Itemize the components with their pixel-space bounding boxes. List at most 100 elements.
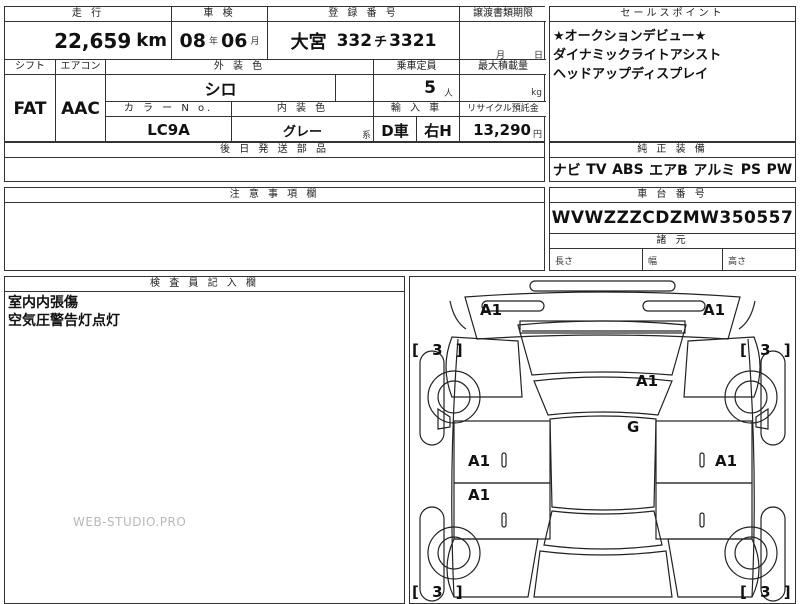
selling-points-list: ★オークションデビュー★ ダイナミックライトアシスト ヘッドアップディスプレイ: [553, 27, 793, 127]
front-corner-left: [449, 300, 467, 330]
tire-bracket-rear-right: [ 3 ]: [740, 583, 795, 601]
registration-value: 大宮 332 チ 3321: [267, 22, 459, 60]
max-load-header: 最大積載量: [459, 60, 546, 75]
capacity-header: 乗車定員: [373, 60, 459, 75]
capacity-number: 5: [424, 78, 436, 98]
inspection-year: 08: [179, 29, 206, 52]
body-left: [451, 338, 459, 598]
max-load-unit: kg: [531, 88, 542, 98]
tire-front-right-side: [760, 350, 786, 446]
front-corner-right: [738, 300, 756, 330]
body-right: [747, 338, 755, 598]
shift-value: FAT: [5, 75, 55, 143]
inspector-notes-panel: 検 査 員 記 入 欄 室内内張傷 空気圧警告灯点灯 WEB-STUDIO.PR…: [4, 276, 405, 604]
chassis-header: 車 台 番 号: [550, 188, 795, 203]
recycle-value: 13,290 円: [459, 117, 546, 143]
import-header: 輸 入 車: [373, 102, 459, 117]
door-handle-rear-right: [699, 512, 705, 528]
mark-front-left-corner: A1: [480, 301, 503, 319]
aircon-text: AAC: [61, 98, 100, 119]
mark-right-front-door: A1: [715, 452, 738, 470]
car-diagram: [419, 280, 786, 602]
mileage-header: 走 行: [5, 7, 171, 22]
dimensions-header: 諸 元: [550, 234, 795, 249]
inspection-header: 車 検: [171, 7, 267, 22]
tire-bracket-front-left: [ 3 ]: [412, 341, 467, 359]
exterior-color-text: シロ: [204, 80, 237, 99]
inspection-month-unit: 月: [250, 37, 260, 47]
equipment-header: 純 正 装 備: [550, 143, 795, 158]
dimension-width: 幅: [642, 249, 722, 270]
rear-window: [543, 510, 663, 550]
transfer-deadline-header: 譲渡書類期限: [459, 7, 546, 22]
inspection-value: 08 年 06 月: [171, 22, 267, 60]
front-plate: [529, 280, 676, 292]
selling-point-2: ダイナミックライトアシスト: [553, 48, 722, 63]
interior-color-text: グレー: [282, 124, 322, 140]
deadline-day-unit: 日: [534, 51, 544, 60]
equipment-alloy: アルミ: [693, 162, 736, 179]
chassis-number-text: WVWZZZCDZMW350557: [551, 208, 794, 228]
capacity-value: 5 人: [373, 75, 459, 102]
transfer-deadline-value: 月 日: [459, 22, 546, 60]
plate-kana: チ: [374, 35, 388, 50]
inspector-notes-list: 室内内張傷 空気圧警告灯点灯: [8, 294, 398, 354]
steering-value: 右H: [416, 117, 459, 143]
selling-point-3: ヘッドアップディスプレイ: [553, 67, 709, 82]
later-delivery-panel: 後 日 発 送 部 品: [4, 142, 545, 182]
recycle-header: リサイクル預託金: [459, 102, 546, 117]
inspector-notes-header: 検 査 員 記 入 欄: [5, 277, 404, 292]
tire-front-left-side: [419, 350, 445, 446]
recycle-number: 13,290: [473, 121, 531, 139]
inspection-month: 06: [221, 29, 248, 52]
mark-left-rear-door: A1: [468, 486, 491, 504]
import-type-text: D車: [381, 121, 409, 140]
front-bumper: [464, 291, 741, 340]
later-delivery-header: 後 日 発 送 部 品: [5, 143, 544, 158]
equipment-pw: PW: [766, 161, 793, 178]
tire-bracket-front-right: [ 3 ]: [740, 341, 795, 359]
mark-front-right-corner: A1: [703, 301, 726, 319]
tire-bracket-rear-left: [ 3 ]: [412, 583, 467, 601]
equipment-airbag: エアB: [649, 162, 688, 179]
exterior-color-header: 外 装 色: [105, 60, 373, 75]
color-no-value: LC9A: [105, 117, 231, 143]
steering-text: 右H: [424, 121, 452, 140]
chassis-value: WVWZZZCDZMW350557: [550, 203, 795, 234]
import-type-value: D車: [373, 117, 416, 143]
equipment-panel: 純 正 装 備 ナビ TV ABS エアB アルミ PS PW: [549, 142, 796, 182]
door-handle-front-right: [699, 452, 705, 468]
plate-class: 332: [336, 30, 373, 51]
notes-panel: 注 意 事 項 欄: [4, 187, 545, 271]
inspector-note-1: 室内内張傷: [8, 295, 78, 311]
headlight-right: [642, 300, 706, 312]
wheel-rear-right: [724, 526, 778, 580]
inspection-year-unit: 年: [208, 37, 218, 47]
interior-color-suffix: 系: [361, 131, 371, 141]
mark-roof-right: A1: [636, 372, 659, 390]
aircon-header: エアコン: [55, 60, 105, 75]
mileage-number: 22,659: [54, 28, 132, 53]
equipment-navi: ナビ: [552, 162, 581, 179]
mileage-value: 22,659 km: [5, 22, 171, 60]
wheel-rear-right-inner: [734, 536, 768, 570]
exterior-color-extra: [335, 75, 373, 102]
watermark-text: WEB-STUDIO.PRO: [73, 515, 187, 529]
equipment-ps: PS: [740, 161, 762, 178]
deadline-month-unit: 月: [496, 51, 506, 60]
max-load-value: kg: [459, 75, 546, 102]
roof: [549, 415, 657, 511]
notes-header: 注 意 事 項 欄: [5, 188, 544, 203]
chassis-panel: 車 台 番 号 WVWZZZCDZMW350557 諸 元 長さ 幅 高さ: [549, 187, 796, 271]
inspector-note-2: 空気圧警告灯点灯: [8, 313, 120, 329]
door-handle-front-left: [501, 452, 507, 468]
capacity-unit: 人: [443, 88, 453, 99]
interior-color-value: グレー 系: [231, 117, 373, 143]
shift-header: シフト: [5, 60, 55, 75]
equipment-tv: TV: [586, 161, 607, 178]
front-door-right: [655, 420, 753, 484]
interior-color-header: 内 装 色: [231, 102, 373, 117]
hood: [517, 320, 687, 376]
door-handle-rear-left: [501, 512, 507, 528]
mark-left-front-door: A1: [468, 452, 491, 470]
